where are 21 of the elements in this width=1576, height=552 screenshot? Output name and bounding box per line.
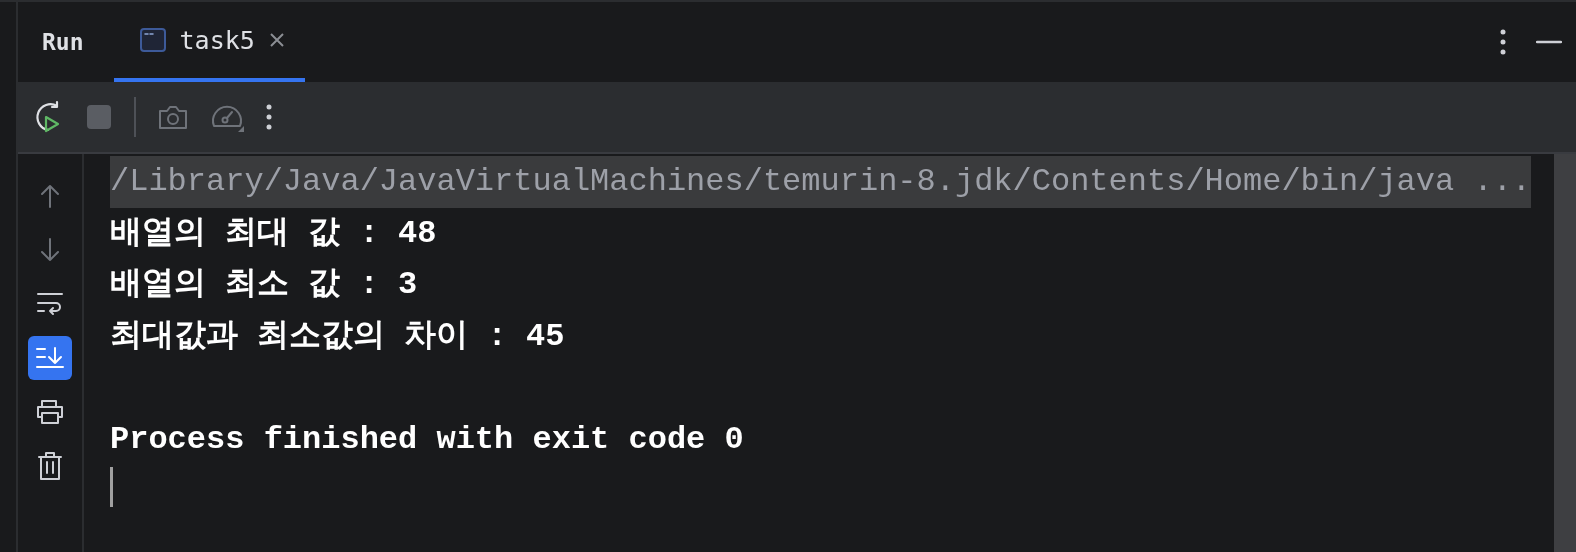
trash-icon bbox=[37, 451, 63, 481]
printer-icon bbox=[35, 399, 65, 425]
console-output: 최대값과 최소값의 차이 : 45 bbox=[110, 317, 565, 355]
camera-icon bbox=[158, 104, 188, 130]
more-icon bbox=[1500, 29, 1506, 55]
minimize-icon bbox=[1536, 40, 1562, 44]
tool-window-title: Run bbox=[42, 29, 84, 55]
arrow-down-icon bbox=[38, 237, 62, 263]
console-icon bbox=[139, 28, 166, 52]
scrollbar[interactable] bbox=[1554, 154, 1576, 552]
scroll-to-end-icon bbox=[35, 345, 65, 371]
close-icon[interactable] bbox=[268, 32, 285, 48]
console-output: 배열의 최소 값 : 3 bbox=[110, 266, 418, 303]
arrow-up-icon bbox=[38, 183, 62, 209]
stop-icon bbox=[86, 104, 112, 130]
more-icon bbox=[266, 104, 272, 130]
console-output: Process finished with exit code 0 bbox=[110, 420, 744, 458]
console-action-button[interactable] bbox=[28, 336, 72, 380]
text-cursor bbox=[110, 467, 113, 507]
soft-wrap-icon bbox=[36, 291, 64, 317]
console-output: 배열의 최대 값 : 48 bbox=[110, 214, 437, 252]
